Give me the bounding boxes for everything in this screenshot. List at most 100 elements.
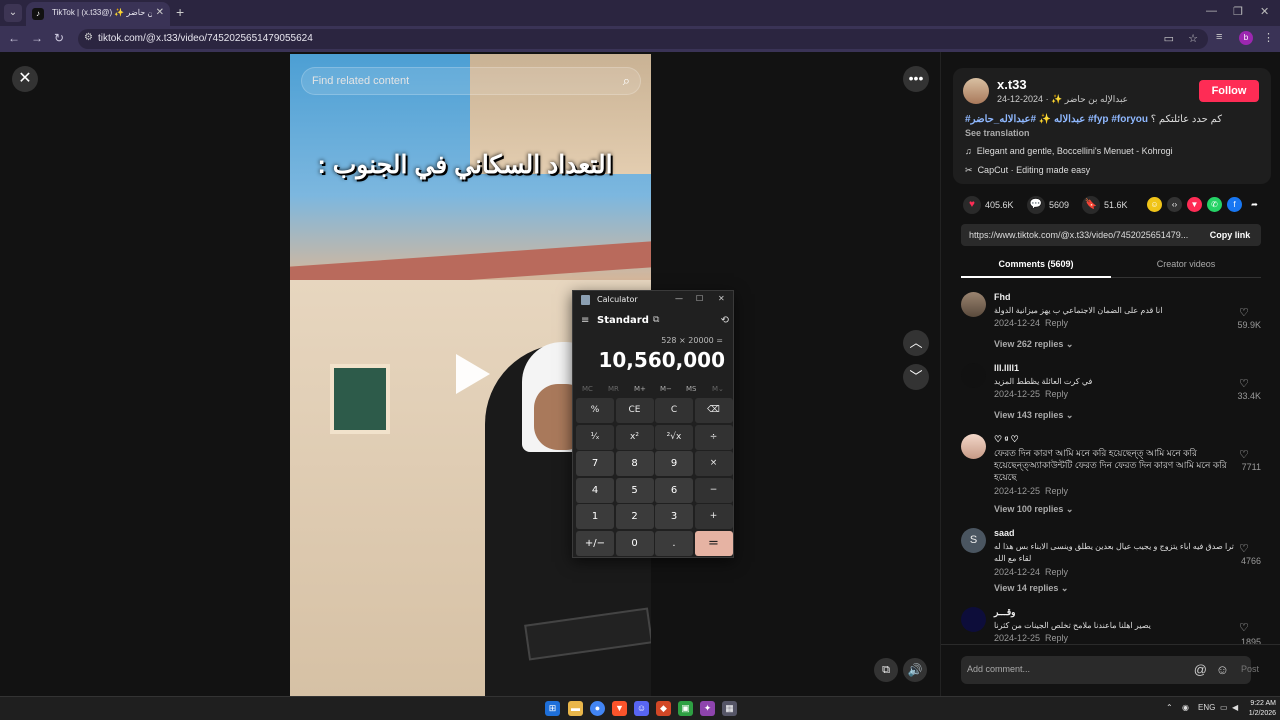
- brave-icon[interactable]: ▼: [612, 701, 627, 716]
- site-info-icon[interactable]: ⚙: [84, 32, 93, 43]
- calc-key-nine[interactable]: 9: [655, 451, 693, 476]
- calc-minimize-button[interactable]: —: [675, 294, 683, 303]
- tab-comments[interactable]: Comments (5609): [961, 254, 1111, 278]
- calc-key-seven[interactable]: 7: [576, 451, 614, 476]
- close-video-button[interactable]: ✕: [12, 66, 38, 92]
- memory-subtract-button[interactable]: M−: [660, 385, 672, 393]
- related-search-input[interactable]: Find related content ⌕: [301, 67, 641, 95]
- calc-key-clear-entry[interactable]: CE: [615, 398, 654, 423]
- add-comment-input[interactable]: Add comment... @ ☺: [961, 656, 1251, 684]
- windows-start-icon[interactable]: ⊞: [545, 701, 560, 716]
- tab-search-button[interactable]: ⌄: [4, 4, 22, 22]
- memory-list-button[interactable]: M⌄: [712, 385, 724, 393]
- calc-key-percent[interactable]: %: [576, 398, 614, 423]
- tray-overflow-icon[interactable]: ⌃: [1166, 703, 1173, 712]
- commenter-name[interactable]: saad: [994, 528, 1015, 538]
- like-button[interactable]: ♥ 405.6K: [963, 196, 1014, 214]
- calc-key-two[interactable]: 2: [615, 504, 654, 529]
- whatsapp-icon[interactable]: ✆: [1207, 197, 1222, 212]
- chrome-icon[interactable]: ●: [590, 701, 605, 716]
- reply-button[interactable]: Reply: [1045, 486, 1068, 496]
- calc-key-clear[interactable]: C: [655, 398, 693, 423]
- calc-key-minus[interactable]: −: [694, 477, 733, 503]
- clock[interactable]: 9:22 AM 1/2/2026: [1246, 699, 1276, 719]
- memory-store-button[interactable]: MS: [686, 385, 696, 393]
- network-icon[interactable]: ▭: [1220, 703, 1228, 712]
- mention-icon[interactable]: @: [1194, 662, 1207, 677]
- history-icon[interactable]: ⟲: [721, 315, 729, 326]
- post-comment-button[interactable]: Post: [1241, 664, 1259, 674]
- calc-key-square-root[interactable]: ²√x: [655, 424, 693, 450]
- calc-key-decimal[interactable]: .: [655, 530, 693, 556]
- see-translation-link[interactable]: See translation: [965, 128, 1030, 138]
- heart-outline-icon[interactable]: ♡: [1239, 306, 1249, 319]
- floating-player-button[interactable]: ⧉: [874, 658, 898, 682]
- bookmark-star-icon[interactable]: ☆: [1188, 32, 1198, 45]
- calculator-taskbar-icon[interactable]: ▦: [722, 701, 737, 716]
- reply-button[interactable]: Reply: [1045, 318, 1068, 328]
- calc-key-square[interactable]: x²: [615, 424, 654, 450]
- share-arrow-icon[interactable]: ➦: [1247, 197, 1262, 212]
- view-replies-button[interactable]: View 100 replies ⌄: [994, 504, 1073, 515]
- comment-button[interactable]: 💬 5609: [1027, 196, 1069, 214]
- embed-icon[interactable]: ‹›: [1167, 197, 1182, 212]
- close-window-button[interactable]: ✕: [1260, 5, 1269, 18]
- cast-icon[interactable]: ▭: [1164, 32, 1174, 45]
- calc-key-eight[interactable]: 8: [615, 451, 654, 476]
- memory-clear-button[interactable]: MC: [582, 385, 593, 393]
- hashtag[interactable]: #foryou: [1111, 114, 1148, 125]
- commenter-avatar[interactable]: [961, 434, 986, 459]
- app-icon[interactable]: ▣: [678, 701, 693, 716]
- close-tab-icon[interactable]: ✕: [156, 7, 164, 18]
- next-video-button[interactable]: ﹀: [903, 364, 929, 390]
- heart-outline-icon[interactable]: ♡: [1239, 542, 1249, 555]
- heart-outline-icon[interactable]: ♡: [1239, 621, 1249, 634]
- calc-close-button[interactable]: ✕: [718, 294, 725, 303]
- browser-menu-icon[interactable]: ⋮: [1263, 31, 1274, 44]
- view-replies-button[interactable]: View 262 replies ⌄: [994, 339, 1073, 350]
- minimize-button[interactable]: —: [1206, 5, 1217, 17]
- profile-avatar[interactable]: b: [1239, 31, 1253, 45]
- commenter-name[interactable]: lll.llll1: [994, 363, 1019, 373]
- calc-key-six[interactable]: 6: [655, 477, 693, 503]
- restore-button[interactable]: ❐: [1233, 5, 1243, 18]
- discord-icon[interactable]: ☺: [634, 701, 649, 716]
- previous-video-button[interactable]: ︿: [903, 330, 929, 356]
- forward-button[interactable]: →: [31, 31, 43, 45]
- heart-outline-icon[interactable]: ♡: [1239, 377, 1249, 390]
- keep-on-top-icon[interactable]: ⧉: [653, 315, 659, 325]
- calc-key-reciprocal[interactable]: ¹⁄ₓ: [576, 424, 614, 450]
- location-icon[interactable]: ◉: [1182, 703, 1189, 712]
- calc-key-divide[interactable]: ÷: [694, 424, 733, 450]
- search-icon[interactable]: ⌕: [623, 73, 630, 89]
- volume-button[interactable]: 🔊: [903, 658, 927, 682]
- play-icon[interactable]: [456, 354, 490, 394]
- calculator-titlebar[interactable]: Calculator — ☐ ✕: [573, 291, 735, 309]
- commenter-name[interactable]: ♡ ᵍ ♡: [994, 434, 1019, 445]
- reload-button[interactable]: ↻: [54, 31, 64, 45]
- calc-key-five[interactable]: 5: [615, 477, 654, 503]
- browser-tab[interactable]: ♪ TikTok | (x.t33@) ✨ عبدالإله بن حاضر ✕: [26, 2, 170, 26]
- app-icon[interactable]: ◆: [656, 701, 671, 716]
- more-options-button[interactable]: •••: [903, 66, 929, 92]
- commenter-name[interactable]: وقـــر: [994, 607, 1016, 618]
- reply-button[interactable]: Reply: [1045, 567, 1068, 577]
- calc-maximize-button[interactable]: ☐: [696, 294, 703, 303]
- memory-add-button[interactable]: M+: [634, 385, 646, 393]
- file-explorer-icon[interactable]: ▬: [568, 701, 583, 716]
- calc-key-one[interactable]: 1: [576, 504, 614, 529]
- calc-key-zero[interactable]: 0: [615, 530, 654, 556]
- calc-key-multiply[interactable]: ×: [694, 451, 733, 476]
- hashtag[interactable]: #عبدالاله_حاضر: [971, 114, 1036, 125]
- creator-username[interactable]: x.t33: [997, 77, 1027, 92]
- friends-share-icon[interactable]: ☺: [1147, 197, 1162, 212]
- app-icon[interactable]: ✦: [700, 701, 715, 716]
- calc-key-backspace[interactable]: ⌫: [694, 398, 733, 423]
- hamburger-menu-icon[interactable]: ≡: [581, 315, 589, 326]
- view-replies-button[interactable]: View 14 replies ⌄: [994, 583, 1068, 594]
- music-info[interactable]: ♫ Elegant and gentle, Boccellini's Menue…: [965, 146, 1173, 156]
- copy-link-button[interactable]: Copy link: [1199, 224, 1261, 246]
- send-icon[interactable]: ▼: [1187, 197, 1202, 212]
- url-field[interactable]: ⚙ tiktok.com/@x.t33/video/74520256514790…: [78, 29, 1208, 49]
- reply-button[interactable]: Reply: [1045, 389, 1068, 399]
